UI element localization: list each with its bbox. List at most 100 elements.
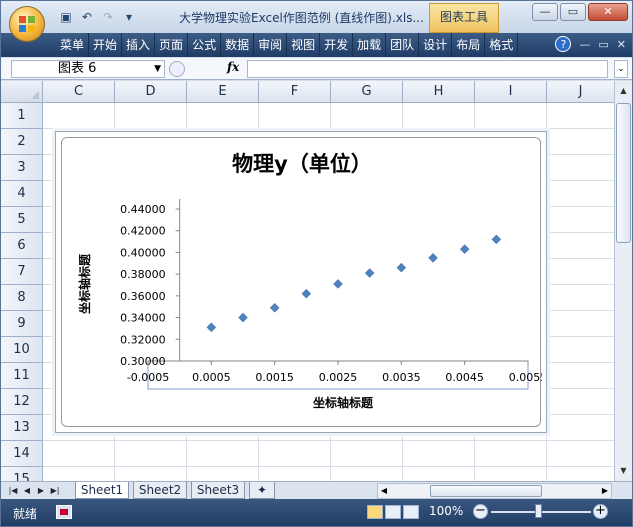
page-break-view-icon[interactable]	[403, 505, 419, 519]
cancel-icon[interactable]	[169, 61, 185, 77]
zoom-out-icon[interactable]: −	[473, 504, 488, 519]
vertical-scroll-thumb[interactable]	[616, 103, 631, 243]
chart-svg[interactable]: 物理y（单位） 0.30000 0.32000 0.34000 0.36000 0.38…	[62, 138, 542, 428]
redo-icon[interactable]: ↷	[99, 8, 117, 26]
horizontal-scroll-thumb[interactable]	[430, 485, 542, 497]
data-point[interactable]	[459, 244, 470, 255]
select-all-button[interactable]	[1, 81, 43, 103]
office-button[interactable]	[9, 6, 45, 42]
row-header-4[interactable]: 4	[1, 181, 43, 207]
column-header-g[interactable]: G	[331, 81, 403, 103]
x-axis-title[interactable]: 坐标轴标题	[313, 395, 374, 410]
data-point[interactable]	[238, 312, 248, 323]
ribbon-minimize-icon[interactable]: —	[579, 36, 590, 54]
tab-data[interactable]: 数据	[221, 33, 255, 57]
column-header-c[interactable]: C	[43, 81, 115, 103]
y-tick-label[interactable]: 0.40000	[120, 246, 166, 259]
tab-formulas[interactable]: 公式	[188, 33, 222, 57]
last-sheet-icon[interactable]: ▶|	[49, 483, 61, 498]
chart-tools-tab[interactable]: 图表工具	[429, 3, 499, 33]
y-tick-label[interactable]: 0.36000	[120, 290, 166, 303]
insert-sheet-icon[interactable]: ✦	[249, 482, 275, 499]
data-point[interactable]	[269, 302, 280, 313]
column-header-i[interactable]: I	[475, 81, 547, 103]
y-tick-label[interactable]: 0.38000	[120, 268, 166, 281]
row-header-11[interactable]: 11	[1, 363, 43, 389]
tab-view[interactable]: 视图	[287, 33, 321, 57]
ribbon-close-icon[interactable]: ✕	[617, 36, 626, 54]
y-tick-label[interactable]: 0.42000	[120, 225, 166, 238]
zoom-in-icon[interactable]: +	[593, 504, 608, 519]
row-header-7[interactable]: 7	[1, 259, 43, 285]
save-icon[interactable]: ▣	[57, 8, 75, 26]
data-point[interactable]	[364, 268, 375, 278]
x-tick-label[interactable]: -0.0005	[127, 371, 169, 384]
tab-insert[interactable]: 插入	[122, 33, 156, 57]
formula-input[interactable]	[247, 60, 608, 78]
normal-view-icon[interactable]	[367, 505, 383, 519]
row-header-12[interactable]: 12	[1, 389, 43, 415]
ribbon-restore-icon[interactable]: ▭	[598, 36, 608, 54]
sheet-tab-sheet3[interactable]: Sheet3	[191, 482, 245, 499]
column-header-e[interactable]: E	[187, 81, 259, 103]
chart-object[interactable]: 物理y（单位） 0.30000 0.32000 0.34000 0.36000 0.38…	[55, 131, 547, 433]
minimize-button[interactable]: —	[532, 3, 558, 21]
data-point[interactable]	[301, 288, 312, 299]
x-tick-label[interactable]: 0.0015	[255, 371, 294, 384]
row-header-14[interactable]: 14	[1, 441, 43, 467]
scroll-down-icon[interactable]: ▼	[616, 463, 631, 479]
row-header-9[interactable]: 9	[1, 311, 43, 337]
worksheet-grid[interactable]: CDEFGHIJ 1 2 3 4 5 6 7 8 9 10 11 12 13 14 15 物理y（单位） 0…	[1, 81, 614, 481]
data-point[interactable]	[396, 262, 407, 273]
scroll-left-icon[interactable]: ◀	[378, 484, 390, 498]
row-header-2[interactable]: 2	[1, 129, 43, 155]
data-point[interactable]	[491, 234, 502, 245]
data-point[interactable]	[206, 322, 217, 333]
tab-format[interactable]: 格式	[485, 33, 519, 57]
y-axis-title[interactable]: 坐标轴标题	[77, 253, 92, 314]
row-header-15[interactable]: 15	[1, 467, 43, 481]
tab-page[interactable]: 页面	[155, 33, 189, 57]
x-tick-label[interactable]: 0.0045	[445, 371, 484, 384]
close-button[interactable]: ✕	[588, 3, 628, 21]
first-sheet-icon[interactable]: |◀	[7, 483, 19, 498]
sheet-tab-sheet1[interactable]: Sheet1	[75, 482, 129, 499]
undo-icon[interactable]: ↶	[78, 8, 96, 26]
tab-home[interactable]: 开始	[89, 33, 123, 57]
help-icon[interactable]: ?	[555, 36, 572, 52]
column-header-j[interactable]: J	[547, 81, 614, 103]
restore-button[interactable]: ▭	[560, 3, 586, 21]
data-point[interactable]	[428, 253, 438, 263]
name-box-dropdown-icon[interactable]: ▼	[154, 61, 161, 77]
row-header-1[interactable]: 1	[1, 103, 43, 129]
row-header-6[interactable]: 6	[1, 233, 43, 259]
name-box[interactable]: 图表 6 ▼	[11, 60, 165, 78]
expand-formula-icon[interactable]: ⌄	[614, 60, 628, 78]
zoom-level[interactable]: 100%	[429, 504, 463, 518]
zoom-slider-thumb[interactable]	[535, 504, 542, 518]
next-sheet-icon[interactable]: ▶	[35, 483, 47, 498]
row-header-10[interactable]: 10	[1, 337, 43, 363]
scroll-up-icon[interactable]: ▲	[616, 83, 631, 99]
y-tick-label[interactable]: 0.34000	[120, 312, 166, 325]
column-header-f[interactable]: F	[259, 81, 331, 103]
horizontal-scrollbar[interactable]: ◀ ▶	[377, 483, 612, 499]
tab-layout[interactable]: 布局	[452, 33, 486, 57]
chart-area[interactable]: 物理y（单位） 0.30000 0.32000 0.34000 0.36000 0.38…	[61, 137, 542, 428]
x-tick-label[interactable]: 0.0025	[319, 371, 358, 384]
tab-team[interactable]: 团队	[386, 33, 420, 57]
y-tick-label[interactable]: 0.32000	[120, 333, 166, 346]
tab-menu[interactable]: 菜单	[56, 33, 90, 57]
data-point[interactable]	[333, 279, 343, 289]
column-header-h[interactable]: H	[403, 81, 475, 103]
macro-record-icon[interactable]	[56, 505, 72, 519]
prev-sheet-icon[interactable]: ◀	[21, 483, 33, 498]
y-tick-label[interactable]: 0.44000	[120, 203, 166, 216]
x-tick-label[interactable]: 0.0055	[509, 371, 542, 384]
x-tick-label[interactable]: 0.0005	[192, 371, 231, 384]
customize-icon[interactable]: ▾	[120, 8, 138, 26]
page-layout-view-icon[interactable]	[385, 505, 401, 519]
tab-design[interactable]: 设计	[419, 33, 453, 57]
row-header-5[interactable]: 5	[1, 207, 43, 233]
tab-review[interactable]: 审阅	[254, 33, 288, 57]
